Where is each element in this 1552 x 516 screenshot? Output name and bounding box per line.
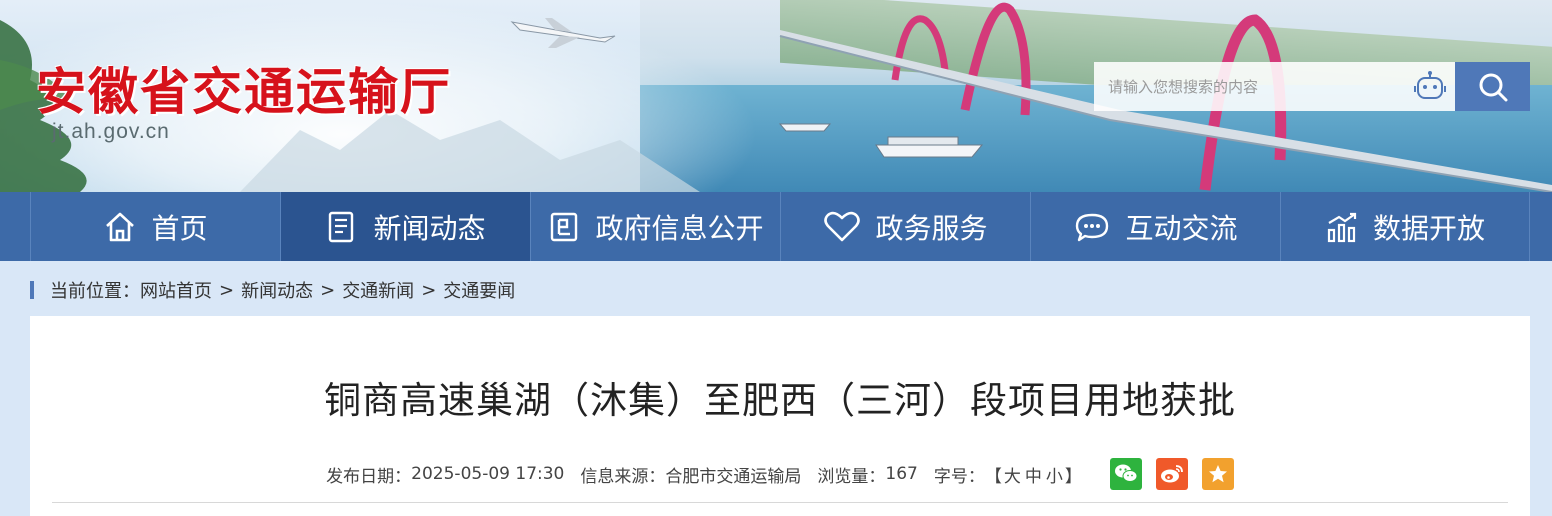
news-icon xyxy=(329,211,354,242)
source-label: 信息来源： xyxy=(580,466,666,487)
nav-left-edge xyxy=(0,192,30,261)
nav-label: 首页 xyxy=(151,211,208,245)
font-size-bracket-open: 【 xyxy=(984,466,1002,487)
nav-item-news[interactable]: 新闻动态 xyxy=(280,192,530,261)
breadcrumb-link-headlines[interactable]: 交通要闻 xyxy=(443,277,515,303)
site-title: 安徽省交通运输厅 xyxy=(36,62,452,121)
breadcrumb-link-home[interactable]: 网站首页 xyxy=(140,277,212,303)
weibo-icon xyxy=(1160,465,1183,483)
share-favorite-button[interactable] xyxy=(1201,458,1234,490)
article-meta: 发布日期： 2025-05-09 17:30 信息来源： 合肥市交通运输局 浏览… xyxy=(30,458,1530,490)
search-box xyxy=(1094,62,1455,111)
nav-item-gov-info[interactable]: 政府信息公开 xyxy=(530,192,780,261)
publish-date-label: 发布日期： xyxy=(326,466,412,487)
site-domain: jt.ah.gov.cn xyxy=(52,120,170,143)
breadcrumb-separator: > xyxy=(219,279,235,301)
breadcrumb-link-news[interactable]: 新闻动态 xyxy=(241,277,313,303)
views-count: 167 xyxy=(885,464,918,484)
font-size-large[interactable]: 大 xyxy=(1004,467,1021,487)
heart-icon xyxy=(824,211,861,241)
breadcrumb-separator: > xyxy=(421,279,437,301)
font-size-medium[interactable]: 中 xyxy=(1025,467,1042,487)
airplane-icon xyxy=(510,18,616,48)
nav-label: 政务服务 xyxy=(875,211,988,245)
views-label: 浏览量： xyxy=(817,466,886,487)
search-icon xyxy=(1479,73,1507,101)
font-size-label: 字号： xyxy=(933,466,985,487)
nav-label: 政府信息公开 xyxy=(595,211,764,245)
breadcrumb: 当前位置： 网站首页 > 新闻动态 > 交通新闻 > 交通要闻 xyxy=(30,276,515,304)
nav-item-open-data[interactable]: 数据开放 xyxy=(1280,192,1530,261)
font-size-small[interactable]: 小 xyxy=(1046,467,1063,487)
favorite-icon xyxy=(1208,465,1227,483)
font-size-bracket-close: 】 xyxy=(1064,466,1082,487)
share-wechat-button[interactable] xyxy=(1109,458,1142,490)
share-weibo-button[interactable] xyxy=(1155,458,1188,490)
chart-icon xyxy=(1327,212,1357,242)
chat-icon xyxy=(1076,213,1109,241)
article-title: 铜商高速巢湖（沐集）至肥西（三河）段项目用地获批 xyxy=(324,379,1236,422)
nav-item-gov-service[interactable]: 政务服务 xyxy=(780,192,1030,261)
breadcrumb-marker xyxy=(30,281,34,299)
article-divider xyxy=(52,502,1508,503)
info-icon xyxy=(551,212,578,241)
wechat-icon xyxy=(1114,464,1138,482)
nav-label: 新闻动态 xyxy=(373,211,486,245)
search-button[interactable] xyxy=(1455,62,1530,111)
nav-label: 数据开放 xyxy=(1372,211,1485,245)
source-value: 合肥市交通运输局 xyxy=(665,466,802,487)
search-bar xyxy=(1094,62,1530,111)
main-nav: 首页 新闻动态 政府信息公开 政务服务 互动交流 数据开放 xyxy=(0,192,1552,261)
article-panel: 铜商高速巢湖（沐集）至肥西（三河）段项目用地获批 发布日期： 2025-05-0… xyxy=(30,316,1530,516)
nav-label: 互动交流 xyxy=(1125,211,1238,245)
home-icon xyxy=(106,212,135,241)
nav-item-interaction[interactable]: 互动交流 xyxy=(1030,192,1280,261)
robot-assistant-icon[interactable] xyxy=(1413,70,1447,104)
breadcrumb-separator: > xyxy=(320,279,336,301)
publish-date: 2025-05-09 17:30 xyxy=(411,464,565,484)
search-input[interactable] xyxy=(1106,76,1400,97)
nav-item-home[interactable]: 首页 xyxy=(30,192,280,261)
breadcrumb-prefix: 当前位置： xyxy=(50,281,140,302)
header-banner: 安徽省交通运输厅 jt.ah.gov.cn xyxy=(0,0,1552,192)
breadcrumb-link-traffic-news[interactable]: 交通新闻 xyxy=(342,277,414,303)
font-size-options: 【大中小】 xyxy=(985,462,1082,487)
